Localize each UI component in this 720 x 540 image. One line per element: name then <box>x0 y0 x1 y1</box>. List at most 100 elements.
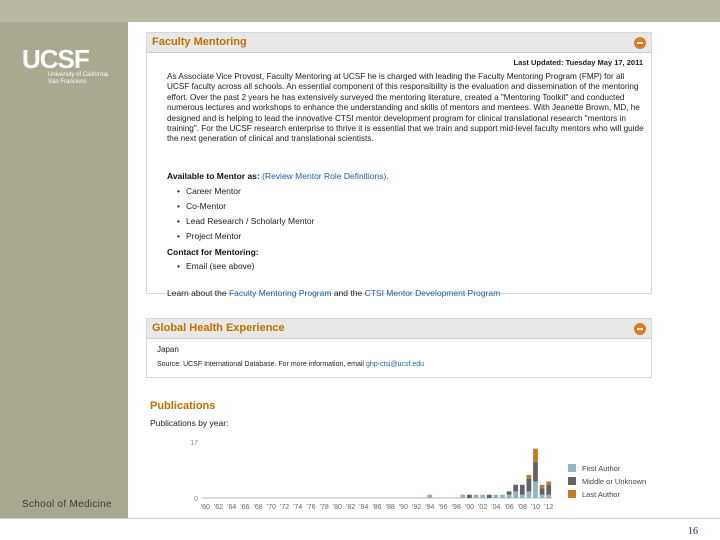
logo-line2: San Francisco <box>48 79 87 85</box>
review-roles-link[interactable]: (Review Mentor Role Definitions) <box>262 171 386 181</box>
gh-country: Japan <box>157 345 179 354</box>
legend-swatch <box>568 477 576 485</box>
x-tick-label: '66 <box>240 504 249 511</box>
faculty-mentoring-header[interactable]: Faculty Mentoring <box>147 33 651 53</box>
global-health-title: Global Health Experience <box>152 322 285 334</box>
list-item: Career Mentor <box>177 184 637 199</box>
gh-source: Source: UCSF International Database. For… <box>157 361 424 368</box>
learn-prefix: Learn about the <box>167 288 227 298</box>
contact-for-mentoring: Contact for Mentoring: Email (see above) <box>167 245 259 273</box>
last-updated: Last Updated: Tuesday May 17, 2011 <box>513 58 644 67</box>
top-strip <box>0 0 720 22</box>
chart-bar-last-author <box>533 448 538 462</box>
chart-bar-middle-or-unknown <box>506 491 512 495</box>
publications-title: Publications <box>150 400 216 412</box>
contact-list: Email (see above) <box>177 259 259 273</box>
x-tick-label: '84 <box>359 504 368 511</box>
faculty-mentoring-program-link[interactable]: Faculty Mentoring Program <box>229 288 332 298</box>
collapse-icon[interactable] <box>634 37 646 49</box>
chart-bar-middle-or-unknown <box>513 484 519 492</box>
chart-bar-first-author <box>500 494 505 498</box>
mentoring-description: As Associate Vice Provost, Faculty Mento… <box>167 72 644 144</box>
x-tick-label: '76 <box>306 504 315 511</box>
mentor-roles-list: Career Mentor Co-Mentor Lead Research / … <box>177 184 637 244</box>
chart-bar-last-author <box>539 484 545 489</box>
chart-bar-first-author <box>546 494 552 498</box>
list-item: Email (see above) <box>177 259 259 273</box>
x-tick-label: '78 <box>320 504 329 511</box>
chart-bar-middle-or-unknown <box>539 488 545 495</box>
footer-line <box>0 518 720 519</box>
chart-bar-first-author <box>519 494 525 498</box>
x-tick-label: '62 <box>214 504 223 511</box>
x-tick-label: '90 <box>399 504 408 511</box>
x-tick-label: '64 <box>227 504 236 511</box>
publications-chart: 0 17 '60 '62 '64 '66 '68 '70 '72 '74 '76 '78 '80 '82 '… <box>190 440 646 511</box>
gh-source-text: Source: UCSF International Database. For… <box>157 361 364 368</box>
legend-swatch <box>568 464 576 472</box>
x-tick-label: '00 <box>465 504 474 511</box>
footer <box>0 518 720 540</box>
y-tick-label: 17 <box>190 440 198 447</box>
global-health-panel: Global Health Experience Japan Source: U… <box>146 318 652 378</box>
x-tick-label: '70 <box>267 504 276 511</box>
gh-email-link[interactable]: ghp-ctsi@ucsf.edu <box>366 361 424 368</box>
logo-mark: UCSF <box>22 44 90 74</box>
legend-label: First Author <box>582 464 621 473</box>
x-tick-label: '72 <box>280 504 289 511</box>
chart-bar-middle-or-unknown <box>486 494 492 498</box>
chart-bar-first-author <box>480 494 486 498</box>
y-tick-label: 0 <box>194 496 198 503</box>
collapse-icon[interactable] <box>634 323 646 335</box>
x-tick-label: '82 <box>346 504 355 511</box>
faculty-mentoring-title: Faculty Mentoring <box>152 36 247 48</box>
legend-label: Middle or Unknown <box>582 477 646 486</box>
chart-bar-first-author <box>506 494 512 498</box>
ucsf-logo: UCSF University of California San Franci… <box>22 46 118 86</box>
x-tick-label: '96 <box>438 504 447 511</box>
x-tick-label: '12 <box>544 504 553 511</box>
chart-bar-first-author <box>526 491 532 498</box>
chart-bar-first-author <box>473 494 479 498</box>
x-tick-label: '80 <box>333 504 342 511</box>
x-tick-label: '10 <box>531 504 540 511</box>
legend-label: Last Author <box>582 490 620 499</box>
learn-about: Learn about the Faculty Mentoring Progra… <box>167 288 500 298</box>
chart-bar-middle-or-unknown <box>546 484 552 495</box>
x-tick-label: '74 <box>293 504 302 511</box>
ctsi-mentor-program-link[interactable]: CTSI Mentor Development Program <box>365 288 501 298</box>
available-heading: Available to Mentor as: <box>167 171 260 181</box>
x-tick-label: '92 <box>412 504 421 511</box>
list-item: Lead Research / Scholarly Mentor <box>177 214 637 229</box>
x-tick-label: '08 <box>518 504 527 511</box>
faculty-mentoring-panel: Faculty Mentoring Last Updated: Tuesday … <box>146 32 652 298</box>
available-to-mentor: Available to Mentor as: (Review Mentor R… <box>167 169 637 244</box>
profile-content: Faculty Mentoring Last Updated: Tuesday … <box>130 22 720 518</box>
chart-bar-first-author <box>539 494 545 498</box>
global-health-header[interactable]: Global Health Experience <box>147 319 651 339</box>
chart-bar-first-author <box>513 491 519 498</box>
legend-swatch <box>568 490 576 498</box>
page-number: 16 <box>688 526 698 537</box>
x-tick-label: '94 <box>425 504 434 511</box>
list-item: Co-Mentor <box>177 199 637 214</box>
chart-bar-middle-or-unknown <box>533 461 538 482</box>
x-tick-label: '04 <box>491 504 500 511</box>
chart-bar-first-author <box>533 481 538 498</box>
chart-bar-middle-or-unknown <box>519 484 525 495</box>
left-panel <box>0 22 128 518</box>
x-tick-label: '98 <box>452 504 461 511</box>
chart-bar-last-author <box>546 481 552 485</box>
chart-bar-middle-or-unknown <box>467 494 472 498</box>
logo-line1: University of California <box>48 72 109 78</box>
chart-bar-first-author <box>427 494 433 498</box>
available-suffix: . <box>386 171 389 181</box>
school-label: School of Medicine <box>22 499 112 510</box>
publications-subtitle: Publications by year: <box>150 418 229 428</box>
chart-bar-last-author <box>526 474 532 479</box>
x-tick-label: '86 <box>372 504 381 511</box>
x-tick-label: '88 <box>386 504 395 511</box>
x-tick-label: '06 <box>505 504 514 511</box>
x-tick-label: '60 <box>201 504 210 511</box>
chart-bar-first-author <box>493 494 499 498</box>
